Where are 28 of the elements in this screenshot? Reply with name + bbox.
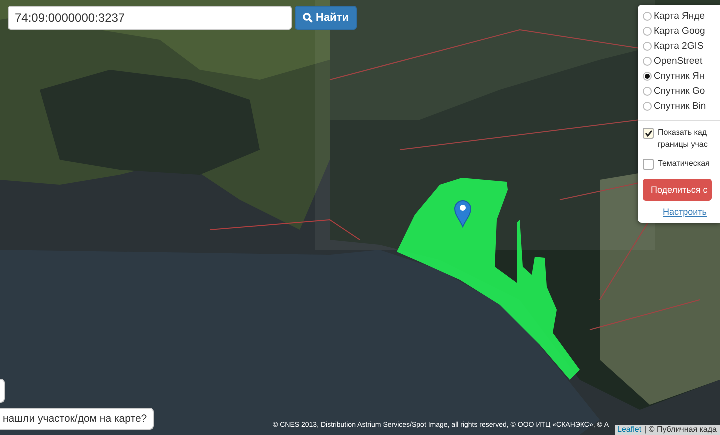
radio-button[interactable] bbox=[643, 87, 652, 96]
attribution-text: | © Публичная када bbox=[644, 425, 717, 435]
settings-link[interactable]: Настроить bbox=[663, 207, 720, 217]
layer-option-label[interactable]: Спутник Go bbox=[654, 86, 706, 97]
help-button[interactable]: нашли участок/дом на карте? bbox=[0, 408, 154, 430]
layer-option-label[interactable]: Спутник Bin bbox=[654, 101, 706, 112]
search-button[interactable]: Найти bbox=[295, 6, 357, 30]
layer-option-label[interactable]: Карта 2GIS bbox=[654, 41, 704, 52]
search-icon bbox=[303, 13, 313, 23]
layer-option-label[interactable]: Спутник Ян bbox=[654, 71, 705, 82]
radio-button[interactable] bbox=[643, 72, 652, 81]
check-icon bbox=[644, 130, 652, 137]
checkbox-label: границы учас bbox=[658, 139, 708, 151]
checkbox-label: Показать кад bbox=[658, 127, 708, 139]
radio-button[interactable] bbox=[643, 102, 652, 111]
satellite-map-drawing[interactable] bbox=[0, 0, 720, 435]
checkbox[interactable] bbox=[643, 159, 654, 170]
radio-button[interactable] bbox=[643, 57, 652, 66]
checkbox[interactable] bbox=[643, 128, 654, 139]
checkbox-label: Тематическая bbox=[658, 158, 710, 170]
layer-option-label[interactable]: Карта Goog bbox=[654, 26, 706, 37]
radio-button[interactable] bbox=[643, 12, 652, 21]
radio-button[interactable] bbox=[643, 42, 652, 51]
radio-button[interactable] bbox=[643, 27, 652, 36]
layer-option-label[interactable]: Карта Янде bbox=[654, 11, 705, 22]
share-button[interactable]: Поделиться с bbox=[643, 179, 712, 201]
search-field[interactable]: 74:09:0000000:3237 bbox=[8, 6, 292, 30]
layer-option-label[interactable]: OpenStreet bbox=[654, 56, 703, 67]
